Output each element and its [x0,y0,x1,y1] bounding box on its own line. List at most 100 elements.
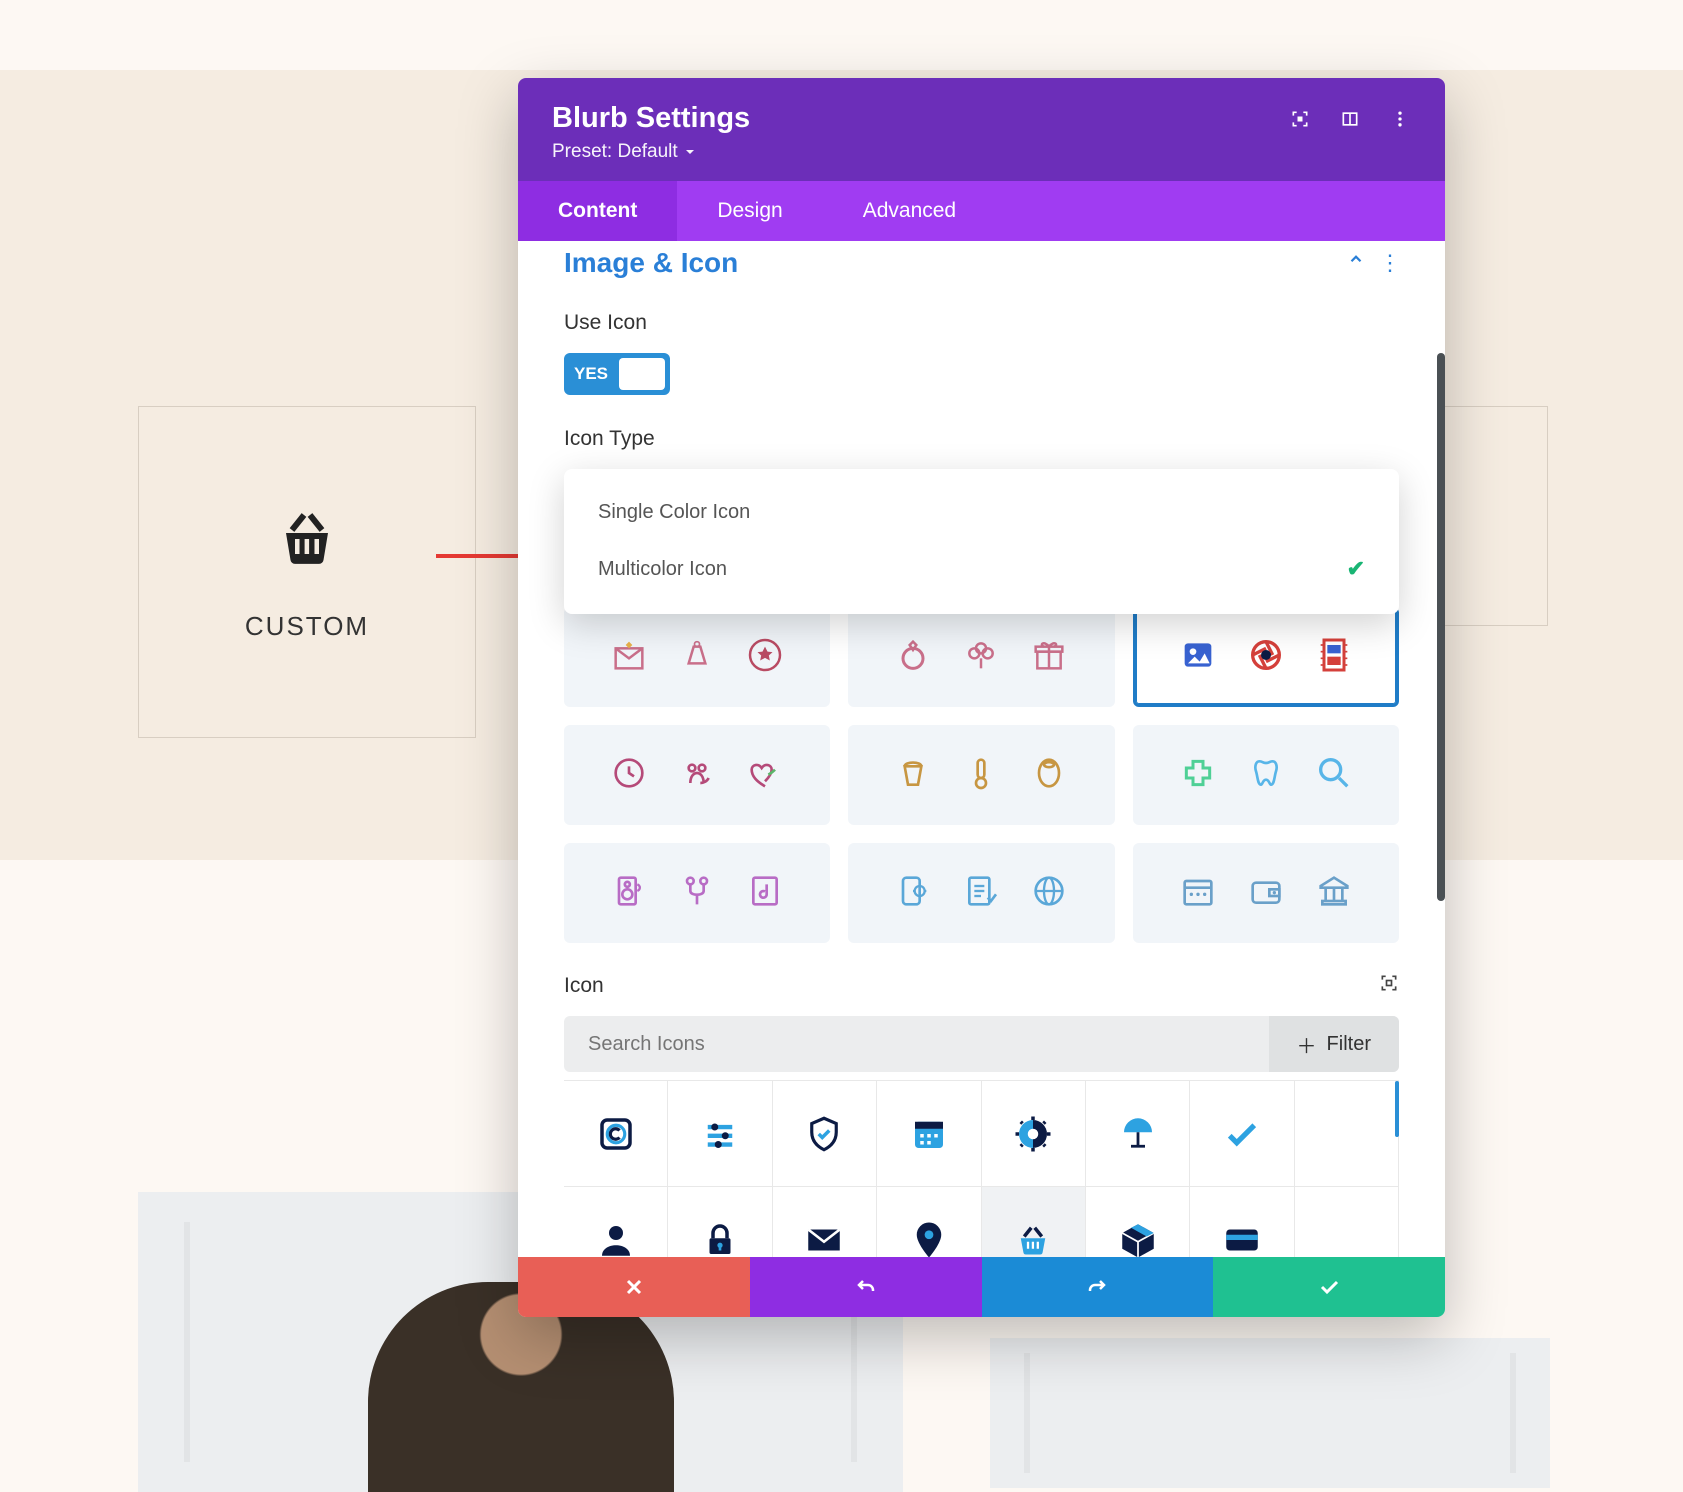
columns-icon[interactable] [1339,108,1361,130]
option-single-color[interactable]: Single Color Icon [564,485,1399,540]
card-custom[interactable]: CUSTOM [138,406,476,738]
more-icon[interactable] [1389,108,1411,130]
icon-option-sliders[interactable] [668,1081,772,1187]
calendar-month-icon [908,1113,950,1155]
toggle-knob [619,358,665,390]
icon-type-label: Icon Type [564,427,1445,451]
picture-icon [1178,635,1218,680]
copyright-circle-icon [595,1113,637,1155]
option-single-color-label: Single Color Icon [598,501,750,524]
umbrella-stand-icon [1117,1113,1159,1155]
option-multicolor[interactable]: Multicolor Icon ✔ [564,540,1399,598]
check-icon: ✔ [1347,556,1365,582]
tuning-fork-icon [677,871,717,916]
tabs: Content Design Advanced [518,181,1445,241]
icon-pack-music[interactable] [564,843,830,943]
toggle-value: YES [574,364,608,384]
star-badge-icon [745,635,785,680]
check-icon [1221,1113,1263,1155]
save-button[interactable] [1213,1257,1445,1317]
search-input[interactable] [564,1016,1269,1072]
sliders-icon [699,1113,741,1155]
option-multicolor-label: Multicolor Icon [598,558,727,581]
icon-search-row: ＋ Filter [564,1016,1399,1072]
map-pin-icon [908,1219,950,1258]
icon-option-umbrella-stand[interactable] [1086,1081,1190,1187]
redo-button[interactable] [982,1257,1214,1317]
bucket-icon [893,753,933,798]
icon-pack-jewelry[interactable] [848,607,1114,707]
card-custom-label: CUSTOM [245,611,369,642]
icon-option-calendar-month[interactable] [877,1081,981,1187]
medical-plus-icon [1178,753,1218,798]
icon-pack-medical[interactable] [1133,725,1399,825]
icon-option-empty1 [1295,1081,1399,1187]
thermometer-icon [961,753,1001,798]
icon-option-shield-check[interactable] [773,1081,877,1187]
tab-design[interactable]: Design [677,181,822,241]
icon-option-basket-hover[interactable] [982,1187,1086,1257]
magnifier-icon [1314,753,1354,798]
pet-icon [677,753,717,798]
preset-dropdown[interactable]: Preset: Default [552,141,1289,163]
icon-option-mail[interactable] [773,1187,877,1257]
giftbox-icon [1029,635,1069,680]
icon-option-package[interactable] [1086,1187,1190,1257]
icon-option-copyright-circle[interactable] [564,1081,668,1187]
section-title[interactable]: Image & Icon [564,247,738,279]
expand-icon[interactable] [1379,973,1399,998]
filter-button[interactable]: ＋ Filter [1269,1016,1399,1072]
photo-placeholder-right [990,1338,1550,1488]
modal-title: Blurb Settings [552,102,1289,135]
icon-pack-tech[interactable] [848,843,1114,943]
icon-pack-grid [564,607,1399,943]
tab-content[interactable]: Content [518,181,677,241]
filter-label: Filter [1327,1033,1371,1056]
collapse-icon[interactable] [1347,250,1365,276]
icon-pack-honey[interactable] [848,725,1114,825]
icon-grid-scrollbar[interactable] [1395,1081,1399,1137]
tooth-icon [1246,753,1286,798]
basket-icon [271,503,343,575]
shutter-icon [1246,635,1286,680]
envelope-gem-icon [609,635,649,680]
checklist-icon [961,871,1001,916]
clock-heart-icon [609,753,649,798]
use-icon-label: Use Icon [564,311,1445,335]
chevron-down-icon [684,146,696,158]
package-icon [1117,1219,1159,1258]
tab-advanced[interactable]: Advanced [823,181,996,241]
modal-body: Image & Icon ⋮ Use Icon YES Icon Type Si… [518,241,1445,1257]
mail-icon [803,1219,845,1258]
preset-label: Preset: Default [552,141,678,163]
icon-pack-gift-star[interactable] [564,607,830,707]
speaker-box-icon [609,871,649,916]
modal-footer [518,1257,1445,1317]
icon-option-map-pin[interactable] [877,1187,981,1257]
flower-icon [961,635,1001,680]
tag-bow-icon [677,635,717,680]
lock-icon [699,1219,741,1258]
use-icon-toggle[interactable]: YES [564,353,670,395]
scrollbar[interactable] [1437,353,1445,901]
section-more-icon[interactable]: ⋮ [1379,250,1399,276]
icon-option-empty2 [1295,1187,1399,1257]
icon-pack-finance[interactable] [1133,843,1399,943]
icon-option-lock[interactable] [668,1187,772,1257]
modal-header: Blurb Settings Preset: Default [518,78,1445,181]
plus-icon: ＋ [1297,1030,1317,1059]
undo-button[interactable] [750,1257,982,1317]
icon-option-user[interactable] [564,1187,668,1257]
icon-option-gear-half[interactable] [982,1081,1086,1187]
focus-icon[interactable] [1289,108,1311,130]
icon-pack-heart-pet[interactable] [564,725,830,825]
leaf-heart-icon [745,753,785,798]
globe-icon [1029,871,1069,916]
icon-option-credit-card[interactable] [1190,1187,1294,1257]
user-icon [595,1219,637,1258]
icon-option-check[interactable] [1190,1081,1294,1187]
music-book-icon [745,871,785,916]
icon-pack-media[interactable] [1133,607,1399,707]
cancel-button[interactable] [518,1257,750,1317]
film-strip-icon [1314,635,1354,680]
